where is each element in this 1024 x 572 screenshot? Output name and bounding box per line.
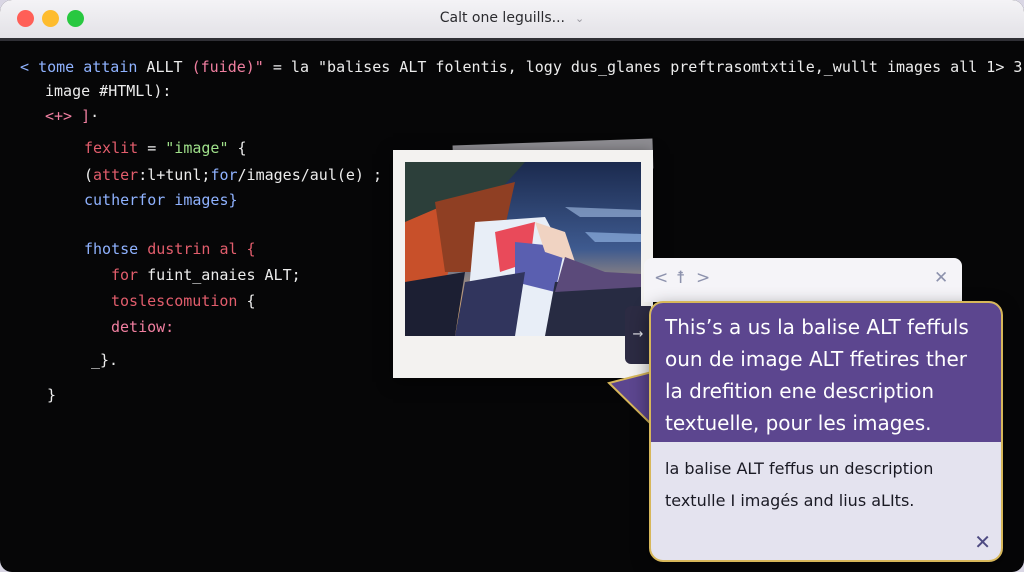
tooltip-highlight-text: This’s a us la balise ALT feffuls oun de… — [665, 315, 969, 435]
tooltip-body-text: la balise ALT feffus un description text… — [665, 459, 934, 510]
close-icon[interactable]: ✕ — [974, 530, 991, 554]
alt-tooltip-bubble: This’s a us la balise ALT feffuls oun de… — [649, 301, 1003, 562]
editor-window: Calt one leguills... ⌄ < tome attain ALLT… — [0, 0, 1024, 572]
tooltip-highlight: This’s a us la balise ALT feffuls oun de… — [651, 303, 1001, 442]
